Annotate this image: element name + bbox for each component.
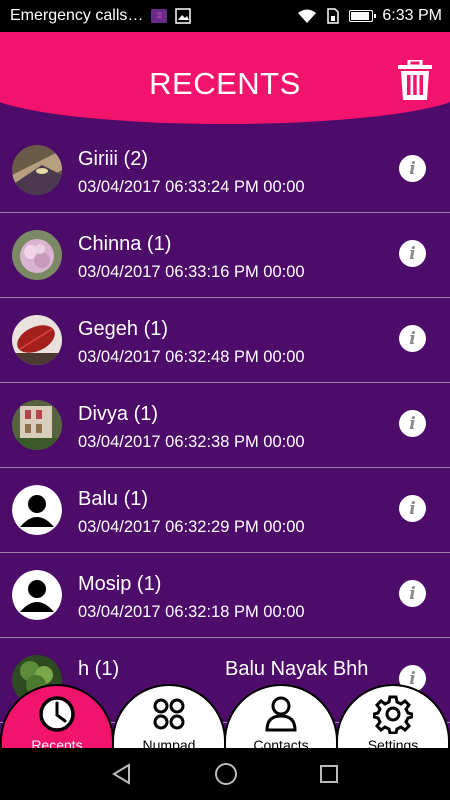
recents-screen: RECENTS Giriii (2) 03/04/2017 06:33:24 P…: [0, 32, 450, 748]
contact-name: Balu (1): [78, 488, 149, 510]
default-avatar-icon: [12, 485, 62, 535]
image-icon: [175, 8, 192, 24]
contact-name: Giriii (2): [78, 148, 148, 170]
info-button[interactable]: i: [399, 240, 426, 267]
app-notification-icon: ▒: [151, 9, 168, 23]
contact-name: Gegeh (1): [78, 318, 169, 340]
recents-square-icon[interactable]: [319, 764, 339, 784]
info-button[interactable]: i: [399, 580, 426, 607]
recent-call-row[interactable]: Gegeh (1) 03/04/2017 06:32:48 PM 00:00 i: [0, 298, 450, 383]
page-title: RECENTS: [149, 66, 301, 101]
battery-icon: [349, 10, 377, 22]
tab-label: Recents: [31, 737, 83, 748]
bottom-tab-bar: Recents Numpad Contacts Settings: [0, 684, 450, 748]
recent-call-row[interactable]: Giriii (2) 03/04/2017 06:33:24 PM 00:00 …: [0, 128, 450, 213]
recent-call-row[interactable]: Divya (1) 03/04/2017 06:32:38 PM 00:00 i: [0, 383, 450, 468]
tab-settings[interactable]: Settings: [336, 684, 450, 748]
default-avatar-icon: [12, 570, 62, 620]
numpad-icon: [153, 698, 185, 730]
recent-call-row[interactable]: Chinna (1) 03/04/2017 06:33:16 PM 00:00 …: [0, 213, 450, 298]
recent-call-row[interactable]: Mosip (1) 03/04/2017 06:32:18 PM 00:00 i: [0, 553, 450, 638]
call-details: 03/04/2017 06:32:18 PM 00:00: [78, 603, 305, 621]
info-button[interactable]: i: [399, 155, 426, 182]
home-icon[interactable]: [214, 762, 238, 786]
contact-name: Chinna (1): [78, 233, 172, 255]
contact-name: h (1): [78, 658, 120, 680]
sim-icon: [327, 8, 340, 24]
avatar: [12, 145, 62, 195]
contact-name: Mosip (1): [78, 573, 162, 595]
clock-time: 6:33 PM: [382, 7, 442, 24]
trash-icon: [398, 58, 432, 100]
avatar: [12, 400, 62, 450]
wifi-icon: [298, 9, 317, 23]
recent-call-row[interactable]: Balu (1) 03/04/2017 06:32:29 PM 00:00 i: [0, 468, 450, 553]
call-details: 03/04/2017 06:33:24 PM 00:00: [78, 178, 305, 196]
recents-list: Giriii (2) 03/04/2017 06:33:24 PM 00:00 …: [0, 128, 450, 723]
tab-recents[interactable]: Recents: [0, 684, 114, 748]
contact-name: Divya (1): [78, 403, 159, 425]
back-icon[interactable]: [111, 763, 133, 785]
system-nav-bar: [0, 748, 450, 800]
call-details: 03/04/2017 06:33:16 PM 00:00: [78, 263, 305, 281]
delete-all-button[interactable]: [397, 58, 433, 100]
avatar: [12, 315, 62, 365]
notification-text: Emergency calls…: [10, 7, 144, 24]
call-details: 03/04/2017 06:32:48 PM 00:00: [78, 348, 305, 366]
avatar: [12, 230, 62, 280]
info-button[interactable]: i: [399, 495, 426, 522]
tab-contacts[interactable]: Contacts: [224, 684, 338, 748]
call-details: 03/04/2017 06:32:38 PM 00:00: [78, 433, 305, 451]
status-bar: Emergency calls… ▒ 6:33 PM: [0, 0, 450, 32]
tab-label: Settings: [367, 737, 419, 748]
gear-icon: [373, 695, 413, 734]
contact-icon: [265, 696, 297, 732]
contact-extra-name: Balu Nayak Bhh: [225, 658, 369, 680]
tab-label: Contacts: [253, 737, 309, 748]
header: RECENTS: [0, 32, 450, 128]
tab-label: Numpad: [142, 737, 196, 748]
call-details: 03/04/2017 06:32:29 PM 00:00: [78, 518, 305, 536]
tab-numpad[interactable]: Numpad: [112, 684, 226, 748]
info-button[interactable]: i: [399, 410, 426, 437]
clock-icon: [39, 696, 75, 732]
info-button[interactable]: i: [399, 325, 426, 352]
